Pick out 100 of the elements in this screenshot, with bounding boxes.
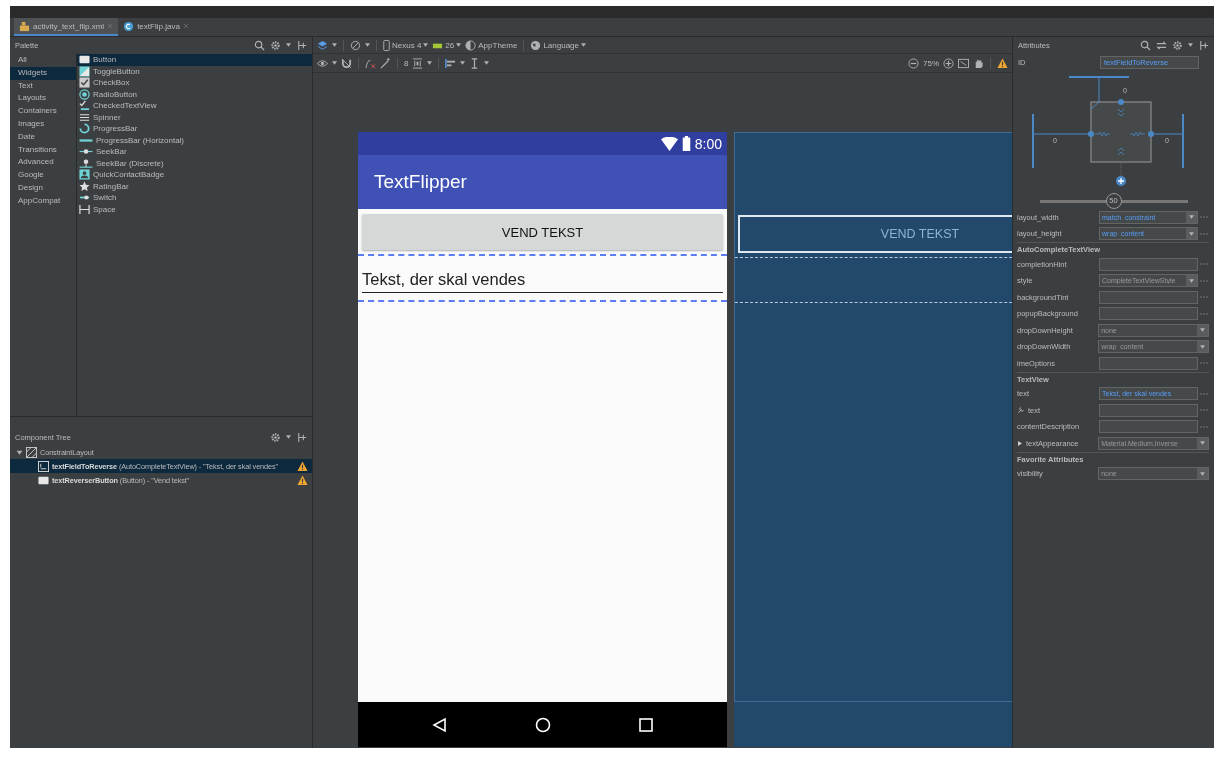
align-icon[interactable] (445, 57, 457, 69)
clear-constraints-icon[interactable] (365, 57, 376, 69)
palette-category[interactable]: Transitions (10, 143, 76, 157)
settings-icon[interactable] (270, 431, 281, 443)
caret-icon (286, 435, 291, 439)
palette-category[interactable]: Containers (10, 105, 76, 118)
palette-item[interactable]: Switch (77, 192, 312, 204)
palette-category[interactable]: Date (10, 130, 76, 144)
attribute-field[interactable] (1099, 290, 1198, 304)
battery-icon (681, 136, 691, 151)
margin-icon[interactable] (412, 57, 424, 69)
wand-icon[interactable] (380, 57, 391, 69)
settings-icon[interactable] (1172, 39, 1183, 51)
rotate-icon[interactable] (350, 39, 361, 51)
zoom-level: 75% (923, 58, 939, 68)
button-icon (79, 54, 90, 66)
search-icon[interactable] (1140, 39, 1151, 51)
palette-item[interactable]: RatingBar (77, 180, 312, 192)
palette-item[interactable]: CheckBox (77, 77, 312, 89)
contact-icon (79, 169, 90, 181)
zoom-out-icon[interactable] (908, 57, 919, 69)
checked-text-icon (79, 100, 90, 112)
caret-icon (423, 43, 429, 47)
recents-icon[interactable] (639, 717, 654, 732)
reverse-button[interactable]: VEND TEKST (362, 214, 723, 250)
palette-category[interactable]: Google (10, 169, 76, 182)
caret-icon (427, 61, 433, 65)
palette-category[interactable]: Widgets (10, 66, 76, 80)
layers-icon[interactable] (317, 39, 328, 51)
blueprint-button[interactable]: VEND TEKST (738, 215, 1012, 253)
palette-item[interactable]: ProgressBar (Horizontal) (77, 134, 312, 146)
wifi-icon (660, 136, 678, 151)
back-icon[interactable] (431, 716, 448, 733)
attribute-field[interactable] (1099, 257, 1198, 271)
caret-icon (1200, 344, 1205, 349)
space-icon (79, 203, 90, 215)
file-tab[interactable]: textFlip.java (118, 18, 194, 36)
caret-icon (484, 61, 490, 65)
status-time: 8:00 (694, 135, 722, 152)
checkbox-icon (79, 77, 90, 89)
caret-icon (332, 43, 337, 47)
zoom-in-icon[interactable] (943, 57, 954, 69)
caret-icon (1189, 278, 1194, 283)
swap-icon[interactable] (1156, 39, 1167, 51)
palette-item[interactable]: ToggleButton (77, 65, 312, 77)
palette-category[interactable]: Design (10, 181, 76, 195)
settings-icon[interactable] (270, 39, 281, 51)
fit-screen-icon[interactable] (958, 57, 969, 69)
palette-item[interactable]: SeekBar (77, 146, 312, 158)
layout-file-icon (19, 20, 30, 32)
attribute-field[interactable] (1099, 356, 1198, 370)
language-menu[interactable]: Language (530, 39, 586, 51)
magnet-icon[interactable] (341, 57, 352, 69)
spinner-icon (79, 111, 90, 123)
device-menu[interactable]: Nexus 4 (383, 39, 429, 51)
palette-item[interactable]: RadioButton (77, 88, 312, 100)
warning-icon[interactable] (997, 57, 1008, 69)
palette-item[interactable]: CheckedTextView (77, 100, 312, 112)
theme-menu[interactable]: AppTheme (465, 39, 518, 51)
pin-icon[interactable] (1198, 39, 1209, 51)
palette-item[interactable]: ProgressBar (77, 123, 312, 135)
palette-category[interactable]: Text (10, 79, 76, 93)
hand-icon[interactable] (973, 57, 984, 69)
seekbar-icon (79, 157, 93, 169)
attribute-field[interactable] (1099, 420, 1198, 434)
caret-icon (1200, 441, 1205, 446)
pin-icon[interactable] (296, 431, 307, 443)
api-level-menu[interactable]: 26 (432, 39, 462, 51)
home-icon[interactable] (535, 716, 552, 733)
caret-icon (460, 61, 466, 65)
file-tab[interactable]: activity_text_flip.xml (14, 18, 119, 36)
toggle-icon (79, 65, 90, 77)
caret-icon (1189, 215, 1194, 220)
pin-icon[interactable] (296, 39, 307, 51)
palette-category[interactable]: All (10, 54, 76, 67)
palette-category[interactable]: Layouts (10, 92, 76, 106)
layout-icon (26, 446, 37, 458)
palette-category[interactable]: Advanced (10, 156, 76, 170)
palette-item[interactable]: Button (77, 54, 312, 66)
palette-category[interactable]: Images (10, 118, 76, 131)
caret-icon (1189, 231, 1194, 236)
search-icon[interactable] (254, 39, 265, 51)
app-title: TextFlipper (374, 171, 467, 193)
radio-icon (79, 88, 90, 100)
palette-item[interactable]: Space (77, 203, 312, 215)
progress-icon (79, 123, 90, 135)
palette-item[interactable]: Spinner (77, 111, 312, 123)
palette-item[interactable]: SeekBar (Discrete) (77, 157, 312, 169)
eye-icon[interactable] (317, 57, 328, 69)
button-icon (38, 474, 49, 486)
default-margin[interactable]: 8 (404, 58, 409, 68)
attribute-field[interactable] (1099, 403, 1198, 417)
palette-item[interactable]: QuickContactBadge (77, 169, 312, 181)
text-field[interactable]: Tekst, der skal vendes (358, 254, 727, 302)
text-field-icon (38, 460, 49, 472)
star-icon (79, 180, 90, 192)
palette-category[interactable]: AppCompat (10, 194, 76, 208)
caret-icon (456, 43, 462, 47)
attribute-field[interactable] (1099, 307, 1198, 321)
caret-icon (1200, 471, 1205, 476)
